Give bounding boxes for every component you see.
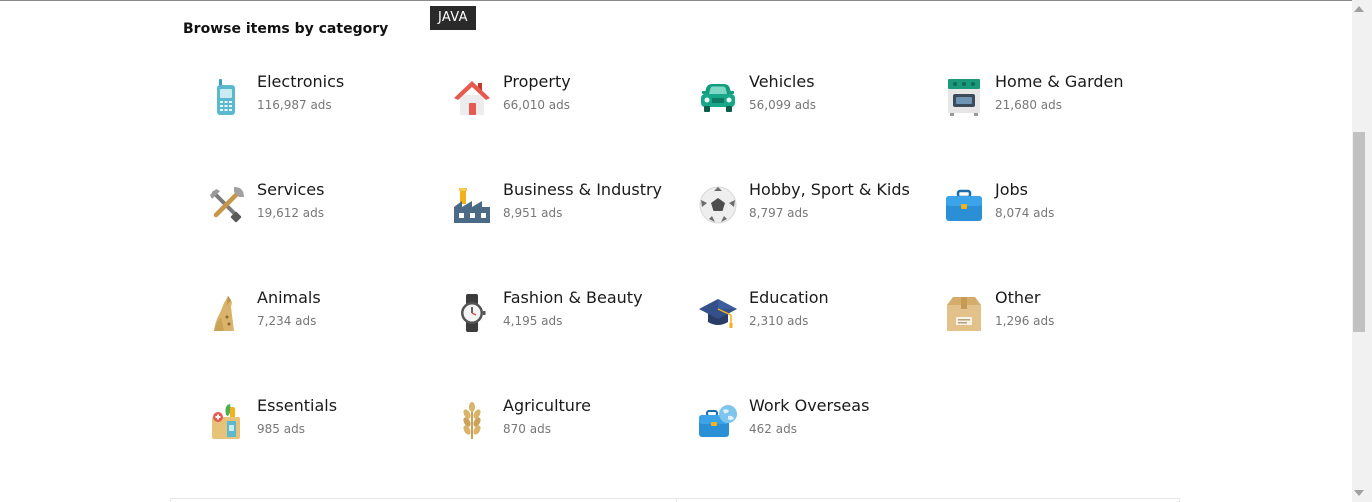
category-vehicles[interactable]: Vehicles 56,099 ads (692, 68, 938, 176)
category-count: 870 ads (503, 422, 551, 436)
category-animals[interactable]: Animals 7,234 ads (200, 284, 446, 392)
football-icon (696, 183, 740, 227)
scrollbar[interactable] (1352, 0, 1372, 502)
category-count: 7,234 ads (257, 314, 317, 328)
category-count: 2,310 ads (749, 314, 809, 328)
category-label: Work Overseas (749, 396, 870, 415)
category-agriculture[interactable]: Agriculture 870 ads (446, 392, 692, 500)
category-fashion-beauty[interactable]: Fashion & Beauty 4,195 ads (446, 284, 692, 392)
category-other[interactable]: Other 1,296 ads (938, 284, 1184, 392)
category-count: 8,074 ads (995, 206, 1055, 220)
dog-icon (204, 291, 248, 335)
scroll-down-icon[interactable] (1354, 490, 1364, 496)
box-icon (942, 291, 986, 335)
category-services[interactable]: Services 19,612 ads (200, 176, 446, 284)
graduation-cap-icon (696, 291, 740, 335)
category-label: Electronics (257, 72, 345, 91)
category-electronics[interactable]: Electronics 116,987 ads (200, 68, 446, 176)
category-business-industry[interactable]: Business & Industry 8,951 ads (446, 176, 692, 284)
stove-icon (942, 75, 986, 119)
page-title: Browse items by category (183, 21, 389, 37)
category-count: 462 ads (749, 422, 797, 436)
bottom-card (170, 498, 1180, 502)
tools-icon (204, 183, 248, 227)
grocery-bag-icon (204, 399, 248, 443)
factory-icon (450, 183, 494, 227)
wheat-icon (450, 399, 494, 443)
category-label: Home & Garden (995, 72, 1124, 91)
category-label: Fashion & Beauty (503, 288, 643, 307)
category-count: 8,951 ads (503, 206, 563, 220)
category-label: Essentials (257, 396, 338, 415)
category-label: Agriculture (503, 396, 591, 415)
category-education[interactable]: Education 2,310 ads (692, 284, 938, 392)
category-count: 985 ads (257, 422, 305, 436)
category-hobby-sport-kids[interactable]: Hobby, Sport & Kids 8,797 ads (692, 176, 938, 284)
category-label: Jobs (995, 180, 1028, 199)
house-icon (450, 75, 494, 119)
category-count: 56,099 ads (749, 98, 817, 112)
scroll-up-icon[interactable] (1354, 6, 1364, 12)
scrollbar-thumb[interactable] (1353, 132, 1365, 332)
globe-briefcase-icon (696, 399, 740, 443)
category-label: Property (503, 72, 571, 91)
category-label: Other (995, 288, 1041, 307)
category-grid: Electronics 116,987 ads Property 66,010 … (200, 68, 1184, 500)
category-label: Services (257, 180, 325, 199)
top-border (0, 0, 1352, 1)
category-home-garden[interactable]: Home & Garden 21,680 ads (938, 68, 1184, 176)
category-count: 1,296 ads (995, 314, 1055, 328)
category-count: 66,010 ads (503, 98, 571, 112)
category-count: 19,612 ads (257, 206, 325, 220)
category-count: 116,987 ads (257, 98, 332, 112)
category-label: Business & Industry (503, 180, 663, 199)
category-label: Education (749, 288, 829, 307)
category-work-overseas[interactable]: Work Overseas 462 ads (692, 392, 938, 500)
category-label: Animals (257, 288, 321, 307)
category-jobs[interactable]: Jobs 8,074 ads (938, 176, 1184, 284)
tooltip: JAVA (430, 6, 476, 30)
category-essentials[interactable]: Essentials 985 ads (200, 392, 446, 500)
category-count: 4,195 ads (503, 314, 563, 328)
category-count: 8,797 ads (749, 206, 809, 220)
category-count: 21,680 ads (995, 98, 1063, 112)
category-label: Vehicles (749, 72, 815, 91)
bottom-card-divider (676, 498, 677, 502)
category-label: Hobby, Sport & Kids (749, 180, 910, 199)
category-property[interactable]: Property 66,010 ads (446, 68, 692, 176)
phone-icon (204, 75, 248, 119)
car-icon (696, 75, 740, 119)
briefcase-icon (942, 183, 986, 227)
watch-icon (450, 291, 494, 335)
